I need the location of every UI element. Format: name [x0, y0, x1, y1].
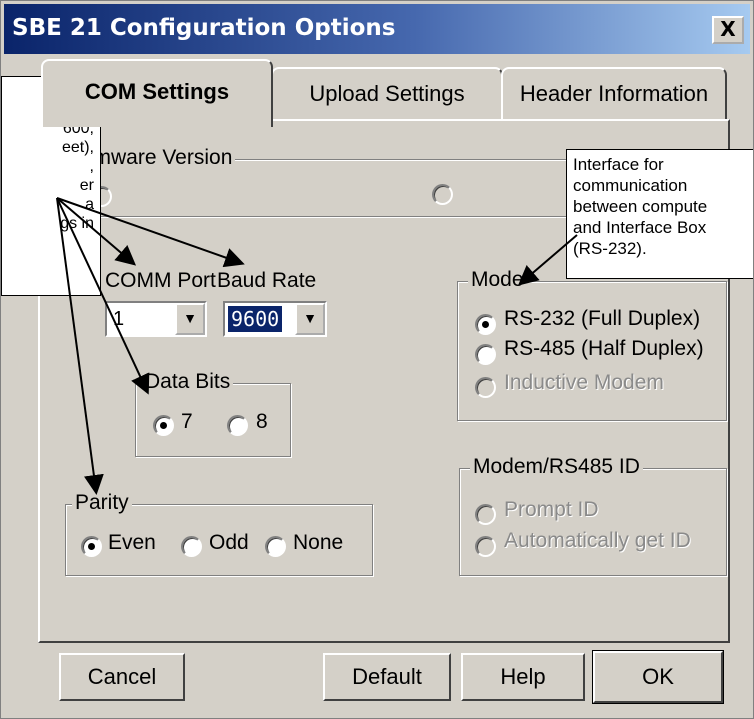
- baud-rate-select[interactable]: 9600 ▼: [223, 301, 327, 337]
- modem-id-group: Modem/RS485 ID: [459, 455, 727, 576]
- callout-right-line: and Interface Box: [573, 218, 707, 237]
- parity-legend: Parity: [72, 491, 132, 515]
- callout-right-line: communication: [573, 176, 688, 195]
- parity-even-label: Even: [108, 531, 156, 554]
- mode-rs485-radio[interactable]: [475, 344, 496, 365]
- prompt-id-radio[interactable]: [475, 504, 496, 525]
- config-dialog: SBE 21 Configuration Options X COM Setti…: [0, 0, 754, 719]
- firmware-radio-2[interactable]: [432, 184, 453, 205]
- tab-upload-settings[interactable]: Upload Settings: [271, 67, 503, 121]
- help-button[interactable]: Help: [461, 653, 585, 701]
- comm-port-select[interactable]: 1 ▼: [105, 301, 207, 337]
- baud-rate-label: Baud Rate: [217, 269, 317, 292]
- parity-none-label: None: [293, 531, 344, 554]
- mode-inductive-modem-radio[interactable]: [475, 377, 496, 398]
- default-button[interactable]: Default: [323, 653, 451, 701]
- cancel-button[interactable]: Cancel: [59, 653, 185, 701]
- comm-port-value: 1: [113, 308, 125, 330]
- data-bits-7-radio[interactable]: [153, 415, 174, 436]
- mode-inductive-modem-label: Inductive Modem: [504, 371, 664, 394]
- close-button[interactable]: X: [712, 16, 744, 44]
- auto-get-id-radio[interactable]: [475, 536, 496, 557]
- callout-right: Interface for communication between comp…: [566, 149, 753, 279]
- ok-button[interactable]: OK: [592, 650, 724, 704]
- parity-even-radio[interactable]: [81, 536, 102, 557]
- tab-header-information[interactable]: Header Information: [501, 67, 727, 121]
- parity-odd-label: Odd: [209, 531, 249, 554]
- data-bits-8-radio[interactable]: [227, 415, 248, 436]
- tab-com-settings[interactable]: COM Settings: [41, 59, 273, 127]
- modem-id-legend: Modem/RS485 ID: [470, 455, 643, 479]
- data-bits-legend: Data Bits: [142, 370, 234, 394]
- comm-port-label: COMM Port: [105, 269, 216, 292]
- prompt-id-label: Prompt ID: [504, 498, 599, 521]
- baud-rate-dropdown-icon[interactable]: ▼: [295, 303, 325, 335]
- window-title: SBE 21 Configuration Options: [12, 15, 396, 41]
- callout-left-line: gs in: [60, 215, 94, 232]
- callout-left-line: er: [79, 177, 94, 194]
- data-bits-7-label: 7: [181, 410, 193, 433]
- parity-none-radio[interactable]: [265, 536, 286, 557]
- mode-legend: Mode: [468, 268, 527, 292]
- baud-rate-value: 9600: [228, 306, 283, 332]
- mode-rs485-label: RS-485 (Half Duplex): [504, 337, 704, 360]
- callout-right-line: between compute: [573, 197, 708, 216]
- mode-rs232-label: RS-232 (Full Duplex): [504, 307, 701, 330]
- callout-right-line: (RS-232).: [573, 239, 647, 258]
- callout-right-line: Interface for: [573, 155, 664, 174]
- auto-get-id-label: Automatically get ID: [504, 529, 691, 552]
- comm-port-dropdown-icon[interactable]: ▼: [175, 303, 205, 335]
- data-bits-8-label: 8: [256, 410, 268, 433]
- callout-left-line: eet),: [61, 139, 94, 156]
- callout-left-line: ,: [89, 158, 94, 175]
- callout-left-line: a: [85, 196, 94, 213]
- mode-rs232-radio[interactable]: [475, 314, 496, 335]
- title-bar: SBE 21 Configuration Options X: [4, 4, 750, 54]
- parity-odd-radio[interactable]: [181, 536, 202, 557]
